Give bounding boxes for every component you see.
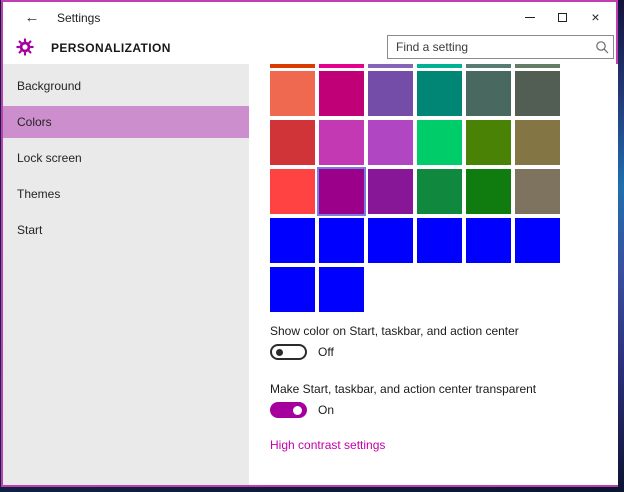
color-swatch[interactable] <box>515 71 560 116</box>
color-swatch[interactable] <box>317 167 366 216</box>
minimize-icon <box>524 16 535 18</box>
color-swatch[interactable] <box>319 218 364 263</box>
color-swatch[interactable] <box>270 267 315 312</box>
color-swatch[interactable] <box>417 120 462 165</box>
page-title: PERSONALIZATION <box>51 41 171 55</box>
window-controls: × <box>513 2 612 32</box>
swatch-row <box>270 167 618 216</box>
color-swatch[interactable] <box>466 120 511 165</box>
desktop-background <box>618 0 624 492</box>
high-contrast-settings-link[interactable]: High contrast settings <box>270 438 385 452</box>
arrow-left-icon: ← <box>24 8 40 26</box>
show-color-label: Show color on Start, taskbar, and action… <box>270 324 519 338</box>
toggle-knob <box>276 348 283 356</box>
maximize-icon <box>558 12 567 22</box>
transparency-toggle[interactable] <box>270 402 307 418</box>
sidebar-item-lock-screen[interactable]: Lock screen <box>3 142 249 174</box>
color-swatch[interactable] <box>270 120 315 165</box>
color-swatch[interactable] <box>417 169 462 214</box>
color-swatch-grid <box>270 71 618 312</box>
show-color-state: Off <box>318 345 334 359</box>
close-button[interactable]: × <box>579 2 612 32</box>
color-swatch[interactable] <box>368 120 413 165</box>
color-swatch[interactable] <box>368 218 413 263</box>
color-swatch[interactable] <box>270 71 315 116</box>
settings-window: ← Settings × PERSONALIZATION Find a sett… <box>1 0 618 487</box>
swatch-row <box>270 267 618 312</box>
color-swatch[interactable] <box>417 218 462 263</box>
magnifier-icon[interactable] <box>595 40 609 59</box>
transparency-setting: Make Start, taskbar, and action center t… <box>270 382 618 418</box>
sidebar-item-background[interactable]: Background <box>3 70 249 102</box>
sidebar-item-themes[interactable]: Themes <box>3 178 249 210</box>
window-title: Settings <box>57 11 101 25</box>
color-swatch-partial[interactable] <box>466 64 511 68</box>
search-input[interactable] <box>387 35 614 59</box>
color-swatch[interactable] <box>319 71 364 116</box>
gear-icon <box>15 37 35 62</box>
transparency-state: On <box>318 403 335 417</box>
sidebar-item-colors[interactable]: Colors <box>3 106 249 138</box>
color-swatch-partial[interactable] <box>417 64 462 68</box>
color-swatch[interactable] <box>270 169 315 214</box>
color-swatch[interactable] <box>466 218 511 263</box>
color-swatch[interactable] <box>515 218 560 263</box>
color-swatch[interactable] <box>319 120 364 165</box>
close-icon: × <box>591 9 600 25</box>
color-swatch-partial[interactable] <box>368 64 413 68</box>
colors-page-content: Show color on Start, taskbar, and action… <box>249 64 618 485</box>
maximize-button[interactable] <box>546 2 579 32</box>
color-swatch-partial[interactable] <box>319 64 364 68</box>
back-button[interactable]: ← <box>17 2 47 32</box>
color-swatch[interactable] <box>270 218 315 263</box>
color-swatch[interactable] <box>368 71 413 116</box>
swatch-row <box>270 71 618 116</box>
show-color-setting: Show color on Start, taskbar, and action… <box>270 324 618 360</box>
header: PERSONALIZATION <box>3 32 616 64</box>
swatch-row <box>270 120 618 165</box>
color-swatch[interactable] <box>466 71 511 116</box>
show-color-toggle[interactable] <box>270 344 307 360</box>
partial-swatch-row <box>270 64 618 68</box>
color-swatch[interactable] <box>368 169 413 214</box>
transparency-label: Make Start, taskbar, and action center t… <box>270 382 537 396</box>
color-swatch[interactable] <box>515 169 560 214</box>
color-swatch[interactable] <box>319 267 364 312</box>
titlebar: ← Settings × <box>3 2 616 32</box>
toggle-knob <box>293 405 302 415</box>
color-swatch[interactable] <box>515 120 560 165</box>
color-swatch-partial[interactable] <box>270 64 315 68</box>
color-swatch-partial[interactable] <box>515 64 560 68</box>
sidebar: Background Colors Lock screen Themes Sta… <box>3 64 249 485</box>
color-swatch[interactable] <box>417 71 462 116</box>
sidebar-item-start[interactable]: Start <box>3 214 249 246</box>
minimize-button[interactable] <box>513 2 546 32</box>
search-box <box>387 35 614 59</box>
swatch-row <box>270 218 618 263</box>
color-swatch[interactable] <box>466 169 511 214</box>
